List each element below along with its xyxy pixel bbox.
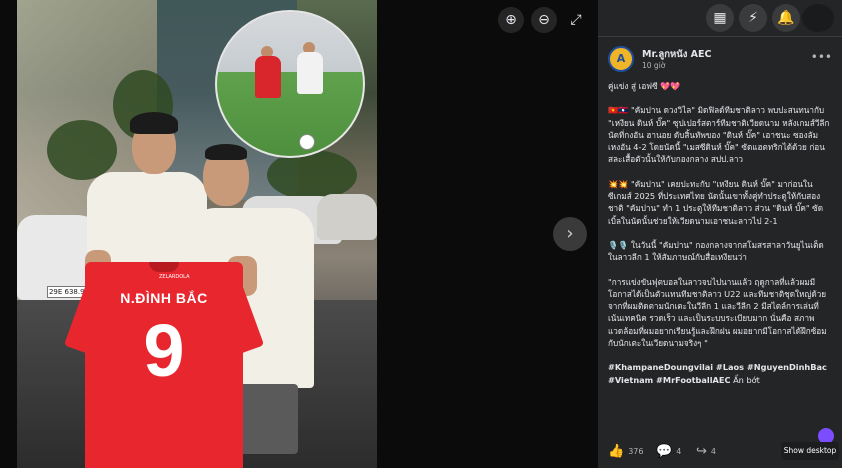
messenger-icon[interactable]: ⚡ [739,4,767,32]
white-kit-player [297,52,323,94]
photo-viewer: 29E 638.94 ZELARDOLA N.ĐÌNH BẮC 9 ⊕ ⊖ ⤢ … [0,0,598,468]
post-text: คู่แข่ง สู่ เอฟซี 💖💖 🇻🇳🇱🇦 "คัมปาน ดวงวิไ… [608,80,830,386]
jersey-brand: ZELARDOLA [159,274,190,280]
page-avatar[interactable]: A [608,46,634,72]
comment-count: 4 [676,447,682,456]
like-icon: 👍 [608,444,625,459]
stadium-stand [217,12,363,72]
show-desktop-button[interactable]: Show desktop [781,442,839,460]
share-button[interactable]: ↪ 4 [696,444,716,459]
post-paragraph: 💥💥 "คัมปาน" เคยปะทะกับ "เหงียน ดินห์ บั๊… [608,178,824,226]
share-count: 4 [710,447,716,456]
red-jersey: ZELARDOLA N.ĐÌNH BẮC 9 [63,262,265,468]
post-panel: ▦ ⚡ 🔔 A Mr.ลูกหนัง AEC 10 giờ ••• คู่แข่… [598,0,842,468]
post-author: A Mr.ลูกหนัง AEC 10 giờ ••• [608,46,832,76]
red-kit-player [255,56,281,98]
hair [205,144,247,160]
comment-button[interactable]: 💬 4 [656,444,681,459]
post-paragraph: "การแข่งขันฟุตบอลในลาวจบไปนานแล้ว ฤดูกาล… [608,276,827,349]
jersey-player-name: N.ĐÌNH BẮC [120,290,208,306]
comment-icon: 💬 [656,444,673,459]
post-photo[interactable]: 29E 638.94 ZELARDOLA N.ĐÌNH BẮC 9 [17,0,377,468]
background-tree [47,120,117,180]
divider [598,36,842,37]
hashtags[interactable]: #KhampaneDoungvilai #Laos #NguyenDinhBac… [608,362,827,384]
post-paragraph: คู่แข่ง สู่ เอฟซี 💖💖 [608,81,681,91]
like-button[interactable]: 👍 376 [608,444,643,459]
parked-car [317,194,377,240]
fullscreen-icon[interactable]: ⤢ [563,7,589,33]
jersey-number: 9 [143,309,185,392]
share-icon: ↪ [696,444,707,459]
post-paragraph: 🇻🇳🇱🇦 "คัมปาน ดวงวิไล" มิดฟิลด์ทีมชาติลาว… [608,105,830,165]
hair [130,112,178,134]
football [299,134,315,150]
hide-text-link[interactable]: Ẩn bớt [733,375,760,385]
account-avatar[interactable] [802,4,834,32]
menu-grid-icon[interactable]: ▦ [706,4,734,32]
author-name[interactable]: Mr.ลูกหนัง AEC [642,47,711,62]
avatar-letter: A [616,52,626,65]
notifications-icon[interactable]: 🔔 [772,4,800,32]
zoom-in-icon[interactable]: ⊕ [498,7,524,33]
like-count: 376 [628,447,644,456]
more-options-icon[interactable]: ••• [811,50,832,64]
inset-match-photo [215,10,365,158]
zoom-out-icon[interactable]: ⊖ [531,7,557,33]
post-time[interactable]: 10 giờ [642,61,665,70]
jersey-collar [149,262,179,272]
next-photo-button[interactable]: › [553,217,587,251]
post-paragraph: 🎙️🎙️ ในวันนี้ "คัมปาน" กองกลางจากสโมสรสา… [608,239,824,263]
top-bar: ▦ ⚡ 🔔 [598,0,842,36]
